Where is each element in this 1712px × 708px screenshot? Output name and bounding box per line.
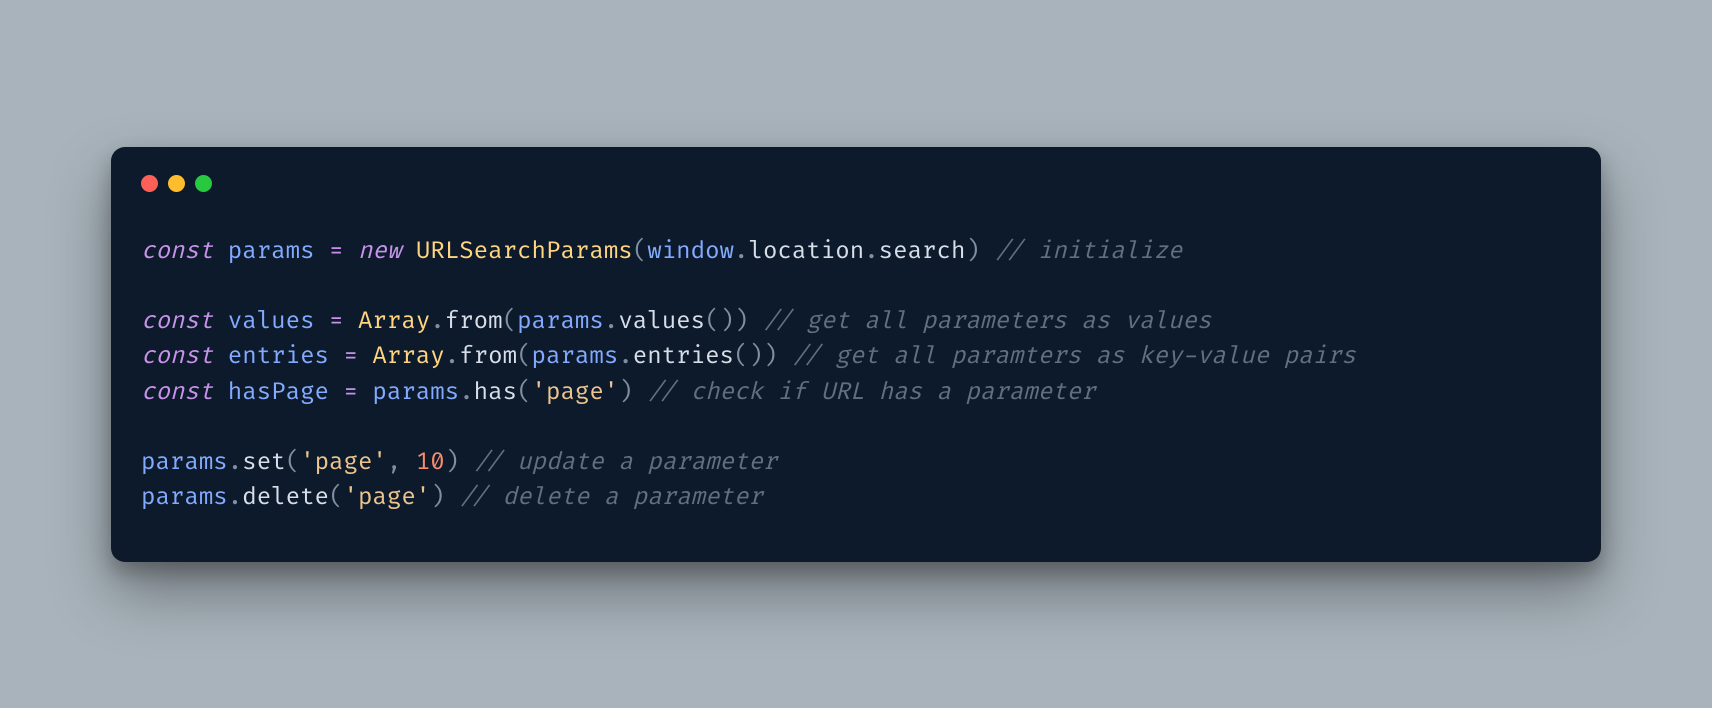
- code-token: [633, 378, 647, 407]
- code-token: const: [141, 378, 213, 407]
- code-token: // get all parameters as values: [763, 307, 1211, 336]
- code-token: // check if URL has a parameter: [647, 378, 1095, 407]
- code-token: =: [343, 378, 357, 407]
- code-line: const hasPage = params.has('page') // ch…: [141, 378, 1096, 407]
- code-token: new: [358, 237, 401, 266]
- code-token: =: [329, 237, 343, 266]
- code-token: (: [329, 483, 343, 512]
- code-token: [358, 342, 372, 371]
- code-token: from: [445, 307, 503, 336]
- code-token: .: [864, 237, 878, 266]
- code-token: [358, 378, 372, 407]
- code-token: search: [879, 237, 966, 266]
- code-token: delete: [242, 483, 329, 512]
- code-token: ): [430, 483, 444, 512]
- maximize-icon: [195, 175, 212, 192]
- code-token: [329, 342, 343, 371]
- close-icon: [141, 175, 158, 192]
- code-token: ): [445, 448, 459, 477]
- code-token: params: [141, 483, 228, 512]
- code-token: entries: [228, 342, 329, 371]
- minimize-icon: [168, 175, 185, 192]
- code-token: [777, 342, 791, 371]
- code-token: (: [286, 448, 300, 477]
- code-token: [213, 237, 227, 266]
- code-token: [213, 307, 227, 336]
- code-token: ): [618, 378, 632, 407]
- code-token: values: [228, 307, 315, 336]
- code-token: [749, 307, 763, 336]
- code-token: Array: [358, 307, 430, 336]
- code-token: params: [372, 378, 459, 407]
- code-line: const entries = Array.from(params.entrie…: [141, 342, 1356, 371]
- code-token: // delete a parameter: [459, 483, 763, 512]
- code-line: const params = new URLSearchParams(windo…: [141, 237, 1182, 266]
- code-token: (: [517, 342, 531, 371]
- code-token: [315, 237, 329, 266]
- code-token: URLSearchParams: [416, 237, 633, 266]
- code-token: .: [604, 307, 618, 336]
- code-token: [329, 378, 343, 407]
- code-token: const: [141, 237, 213, 266]
- code-token: has: [474, 378, 517, 407]
- code-token: [213, 342, 227, 371]
- code-token: [459, 448, 473, 477]
- code-token: values: [618, 307, 705, 336]
- code-snippet-window: const params = new URLSearchParams(windo…: [111, 147, 1601, 562]
- code-token: .: [734, 237, 748, 266]
- code-token: ): [965, 237, 979, 266]
- code-token: (: [517, 378, 531, 407]
- code-token: set: [242, 448, 285, 477]
- code-token: 'page': [300, 448, 387, 477]
- code-token: // update a parameter: [474, 448, 778, 477]
- code-line: params.delete('page') // delete a parame…: [141, 483, 763, 512]
- code-token: // get all paramters as key-value pairs: [792, 342, 1356, 371]
- code-token: params: [141, 448, 228, 477]
- code-token: (: [503, 307, 517, 336]
- code-token: ()): [734, 342, 777, 371]
- code-token: params: [517, 307, 604, 336]
- code-line: params.set('page', 10) // update a param…: [141, 448, 777, 477]
- code-token: from: [459, 342, 517, 371]
- code-line: const values = Array.from(params.values(…: [141, 307, 1211, 336]
- code-token: params: [532, 342, 619, 371]
- code-token: location: [748, 237, 864, 266]
- code-token: entries: [633, 342, 734, 371]
- code-token: [980, 237, 994, 266]
- code-token: params: [228, 237, 315, 266]
- code-token: const: [141, 342, 213, 371]
- code-token: [315, 307, 329, 336]
- code-token: // initialize: [994, 237, 1182, 266]
- code-token: [401, 448, 415, 477]
- code-token: 10: [416, 448, 445, 477]
- code-block: const params = new URLSearchParams(windo…: [141, 234, 1571, 516]
- code-token: 'page': [344, 483, 431, 512]
- code-token: (: [633, 237, 647, 266]
- code-token: =: [329, 307, 343, 336]
- code-token: .: [445, 342, 459, 371]
- code-token: Array: [372, 342, 444, 371]
- code-token: .: [618, 342, 632, 371]
- code-token: [401, 237, 415, 266]
- code-token: [445, 483, 459, 512]
- code-token: const: [141, 307, 213, 336]
- code-token: 'page': [532, 378, 619, 407]
- code-token: .: [228, 483, 242, 512]
- code-token: [344, 307, 358, 336]
- code-token: .: [228, 448, 242, 477]
- code-token: [344, 237, 358, 266]
- code-token: window: [647, 237, 734, 266]
- code-token: =: [343, 342, 357, 371]
- window-traffic-lights: [141, 175, 1571, 192]
- code-token: .: [430, 307, 444, 336]
- code-token: [213, 378, 227, 407]
- code-token: hasPage: [228, 378, 329, 407]
- code-token: ()): [705, 307, 748, 336]
- code-token: .: [459, 378, 473, 407]
- code-token: ,: [387, 448, 401, 477]
